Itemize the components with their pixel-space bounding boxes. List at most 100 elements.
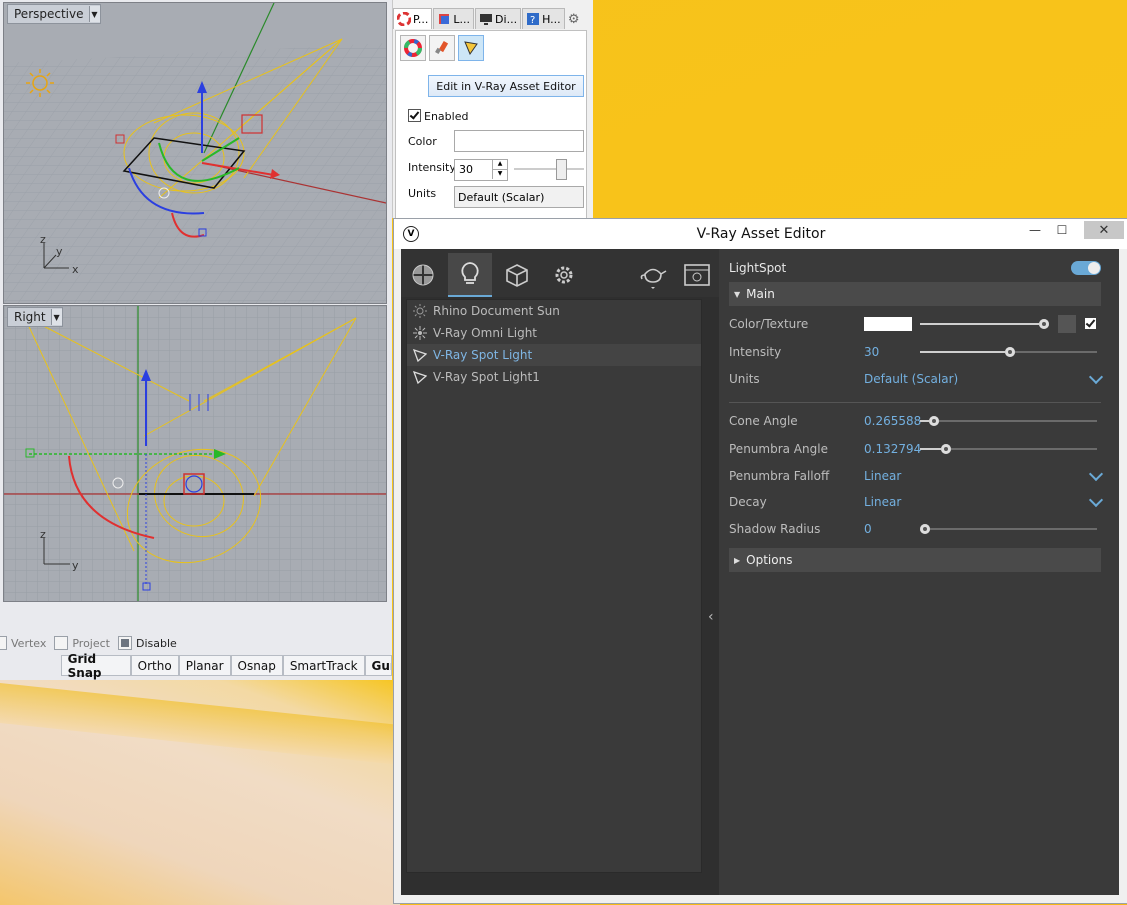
osnap-disable-label[interactable]: Disable [136, 637, 177, 650]
decay-value[interactable]: Linear [864, 495, 901, 509]
units-label: Units [408, 187, 437, 200]
stepper-down-icon[interactable]: ▼ [492, 170, 507, 179]
decay-row: Decay Linear [729, 491, 1104, 513]
axis-z-label: z [40, 528, 46, 541]
color-swatch[interactable] [864, 317, 912, 331]
penumbra-angle-slider-track[interactable] [946, 448, 1097, 450]
materials-icon [412, 264, 434, 286]
cone-angle-value[interactable]: 0.265588 [864, 414, 921, 428]
help-icon: ? [527, 13, 540, 26]
tab-display[interactable]: Di... [475, 8, 522, 29]
tab-layers[interactable]: L... [433, 8, 475, 29]
intensity-slider-thumb[interactable] [556, 159, 567, 180]
intensity-slider-track[interactable] [514, 168, 584, 170]
texture-button[interactable] [429, 35, 455, 61]
intensity-slider-fill[interactable] [920, 351, 1010, 353]
list-item-spot-light[interactable]: V-Ray Spot Light [407, 344, 701, 366]
frame-buffer-button[interactable] [675, 253, 719, 297]
texture-enable-checkbox[interactable] [1085, 318, 1096, 329]
color-label: Color [408, 135, 437, 148]
geometry-tab[interactable] [495, 253, 539, 297]
section-title: Main [746, 287, 775, 301]
smarttrack-button[interactable]: SmartTrack [282, 655, 365, 676]
material-button[interactable] [400, 35, 426, 61]
color-texture-row: Color/Texture [729, 313, 1101, 335]
tab-help[interactable]: ? H... [522, 8, 565, 29]
list-item-spot-light1[interactable]: V-Ray Spot Light1 [407, 366, 701, 388]
intensity-slider-knob[interactable] [1005, 347, 1015, 357]
list-item-label: V-Ray Omni Light [433, 326, 538, 340]
properties-tabs: P... L... Di... ? H... ⚙ [393, 8, 582, 30]
minimize-icon[interactable]: — [1024, 221, 1046, 239]
chevron-down-icon[interactable]: ▼ [50, 309, 62, 325]
intensity-value: 30 [459, 163, 473, 176]
stepper-up-icon[interactable]: ▲ [492, 160, 507, 170]
chevron-down-icon[interactable] [1088, 492, 1104, 508]
penumbra-falloff-value[interactable]: Linear [864, 469, 901, 483]
penumbra-angle-slider-knob[interactable] [941, 444, 951, 454]
shadow-radius-value[interactable]: 0 [864, 522, 872, 536]
grid-plane [4, 43, 386, 303]
list-item-omni-light[interactable]: V-Ray Omni Light [407, 322, 701, 344]
light-properties-button[interactable] [458, 35, 484, 61]
settings-tab[interactable] [542, 253, 586, 297]
list-item-label: V-Ray Spot Light1 [433, 370, 540, 384]
texture-slot-icon[interactable] [1058, 315, 1076, 333]
chevron-down-icon[interactable] [1088, 466, 1104, 482]
divider [729, 402, 1101, 403]
cone-angle-slider-knob[interactable] [929, 416, 939, 426]
gear-icon[interactable]: ⚙ [566, 8, 582, 30]
penumbra-falloff-row: Penumbra Falloff Linear [729, 465, 1104, 487]
close-icon[interactable]: ✕ [1084, 221, 1124, 239]
chevron-down-icon[interactable]: ▼ [88, 6, 100, 22]
osnap-vertex-label[interactable]: Vertex [11, 637, 46, 650]
status-spacer [0, 655, 61, 676]
grid-snap-button[interactable]: Grid Snap [60, 652, 131, 680]
lights-tab[interactable] [448, 253, 492, 297]
units-value[interactable]: Default (Scalar) [864, 372, 958, 386]
enabled-checkbox[interactable]: Enabled [408, 109, 468, 123]
materials-tab[interactable] [401, 253, 445, 297]
penumbra-angle-value[interactable]: 0.132794 [864, 442, 921, 456]
cone-angle-slider-track[interactable] [934, 420, 1097, 422]
viewport-tab-perspective[interactable]: Perspective ▼ [7, 4, 101, 24]
right-scene: z y [4, 306, 386, 601]
gumball-button[interactable]: Gum [364, 655, 392, 676]
ortho-button[interactable]: Ortho [130, 655, 179, 676]
list-item-rhino-sun[interactable]: Rhino Document Sun [407, 300, 701, 322]
main-section-header[interactable]: ▼ Main [729, 282, 1101, 306]
spot-light-icon [413, 370, 427, 384]
osnap-disable-checkbox[interactable] [118, 636, 132, 650]
shadow-radius-slider-knob[interactable] [920, 524, 930, 534]
intensity-slider-track[interactable] [1010, 351, 1097, 353]
units-select[interactable]: Default (Scalar) [454, 186, 584, 208]
osnap-project-checkbox[interactable] [54, 636, 69, 650]
intensity-value[interactable]: 30 [864, 345, 879, 359]
tab-properties[interactable]: P... [393, 8, 433, 29]
penumbra-angle-row: Penumbra Angle 0.132794 [729, 438, 1101, 460]
perspective-viewport[interactable]: Perspective ▼ z x y [3, 2, 387, 304]
osnap-checkbox-partial[interactable] [0, 636, 7, 650]
options-section-header[interactable]: ▶ Options [729, 548, 1101, 572]
color-swatch-field[interactable] [454, 130, 584, 152]
osnap-bar: Vertex Project Disable [0, 634, 392, 652]
render-button[interactable] [631, 253, 675, 297]
gear-icon [555, 266, 573, 284]
planar-button[interactable]: Planar [178, 655, 231, 676]
edit-in-asset-editor-button[interactable]: Edit in V-Ray Asset Editor [428, 75, 584, 97]
properties-body: Edit in V-Ray Asset Editor Enabled Color… [395, 30, 587, 220]
osnap-project-label[interactable]: Project [72, 637, 110, 650]
color-slider-knob[interactable] [1039, 319, 1049, 329]
color-slider-track[interactable] [920, 323, 1048, 325]
viewport-tab-right[interactable]: Right ▼ [7, 307, 63, 327]
chevron-down-icon[interactable] [1088, 369, 1104, 385]
lights-list: Rhino Document Sun V-Ray Omni Light V-Ra… [406, 299, 702, 873]
maximize-icon[interactable]: ☐ [1051, 221, 1073, 239]
collapse-panel-icon[interactable]: ‹ [708, 609, 714, 625]
enable-toggle[interactable] [1071, 261, 1101, 275]
osnap-button[interactable]: Osnap [230, 655, 283, 676]
right-viewport[interactable]: Right ▼ z y [3, 305, 387, 602]
intensity-stepper[interactable]: 30 ▲ ▼ [454, 159, 508, 181]
shadow-radius-slider-track[interactable] [925, 528, 1097, 530]
light-settings-pane: LightSpot ▼ Main Color/Texture Intensity… [719, 249, 1119, 895]
